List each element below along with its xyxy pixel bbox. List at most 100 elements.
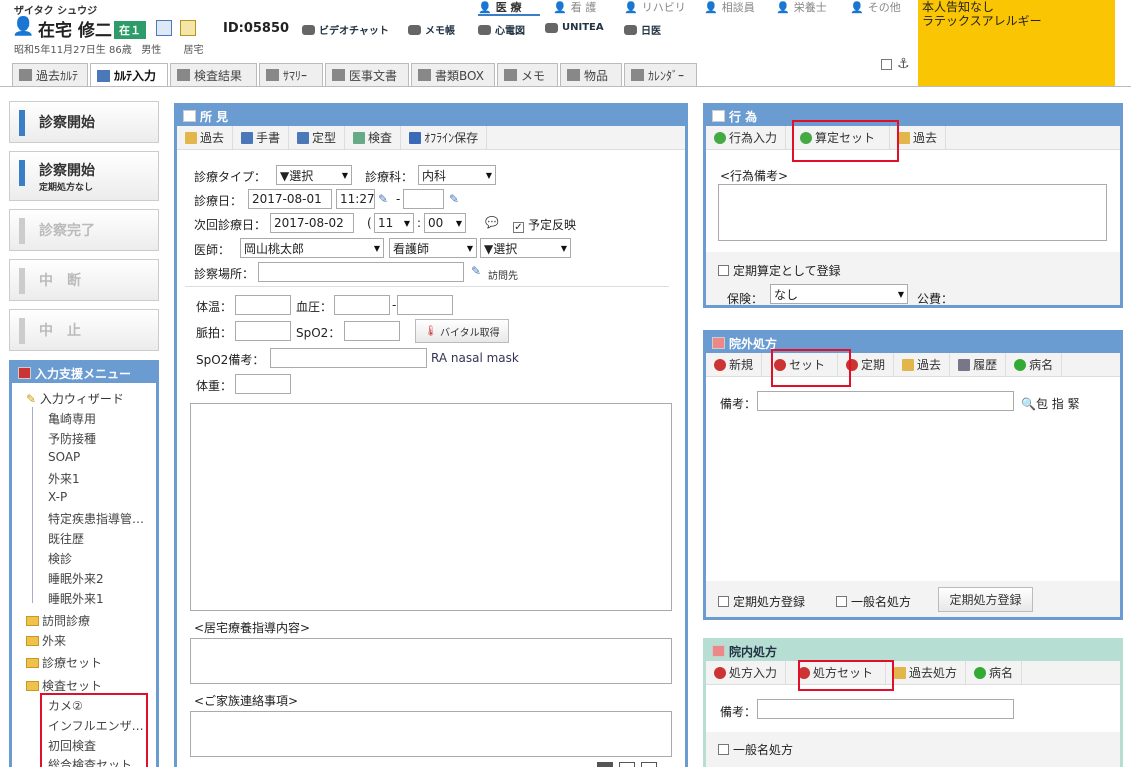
menu-item[interactable]: 特定疾患指導管…	[48, 510, 144, 527]
anchor-icon[interactable]: ⚓	[897, 56, 910, 72]
next-hour-select[interactable]: 11	[374, 213, 414, 233]
nav-rehab[interactable]: 👤 リハビリ	[624, 0, 686, 15]
weight-input[interactable]	[235, 374, 291, 394]
exam-button[interactable]: 検査	[345, 125, 402, 150]
menu-item[interactable]: 亀崎専用	[48, 410, 96, 427]
tab-chart-input[interactable]: ｶﾙﾃ入力	[90, 63, 168, 87]
vital-button[interactable]: 🌡 バイタル取得	[415, 319, 509, 343]
edit-icon[interactable]	[180, 20, 196, 36]
periodic-register-button[interactable]: 定期処方登録	[938, 587, 1033, 612]
reflect-checkbox[interactable]: ✓ 予定反映	[513, 216, 576, 233]
other-select[interactable]: ▼選択	[480, 238, 571, 258]
inside-disease-button[interactable]: 病名	[966, 660, 1023, 685]
time-input[interactable]: 11:27	[336, 189, 375, 209]
rx-disease-button[interactable]: 病名	[1006, 352, 1063, 377]
folder-outpatient[interactable]: 外来	[26, 632, 66, 649]
action-input-button[interactable]: 行為入力	[706, 125, 787, 150]
tab-summary[interactable]: ｻﾏﾘｰ	[259, 63, 323, 86]
folder-visit[interactable]: 訪問診療	[26, 612, 90, 629]
rx-history-button[interactable]: 履歴	[950, 352, 1007, 377]
nav-nutrition[interactable]: 👤 栄養士	[776, 0, 827, 15]
tab-exam-results[interactable]: 検査結果	[170, 63, 257, 86]
action-note-textarea[interactable]	[718, 184, 1107, 241]
memo-tool[interactable]: メモ帳	[408, 22, 455, 37]
tab-doc-box[interactable]: 書類BOX	[411, 63, 495, 86]
bp-low-input[interactable]	[397, 295, 453, 315]
nav-nursing[interactable]: 👤 看 護	[553, 0, 596, 15]
interrupt-button[interactable]: 中 断	[9, 259, 159, 301]
date-input[interactable]: 2017-08-01	[248, 189, 332, 209]
handwrite-button[interactable]: 手書	[233, 125, 290, 150]
menu-item[interactable]: 睡眠外来1	[48, 590, 104, 607]
periodic-calc-checkbox[interactable]: 定期算定として登録	[718, 262, 841, 279]
comment-icon[interactable]: 💬	[485, 216, 499, 229]
next-date-input[interactable]: 2017-08-02	[270, 213, 354, 233]
place-input[interactable]	[258, 262, 464, 282]
video-chat-tool[interactable]: ビデオチャット	[302, 22, 389, 37]
menu-item[interactable]: 既往歴	[48, 530, 84, 547]
spo2-note-input[interactable]	[270, 348, 427, 368]
tab-past-chart[interactable]: 過去ｶﾙﾃ	[12, 63, 88, 86]
finish-exam-button[interactable]: 診察完了	[9, 209, 159, 251]
template-button[interactable]: 定型	[289, 125, 346, 150]
nav-medical[interactable]: 👤 医 療	[478, 0, 522, 15]
nichii-tool[interactable]: 日医	[624, 22, 661, 37]
pencil-icon[interactable]: ✎	[449, 192, 463, 206]
dept-select[interactable]: 内科	[418, 165, 496, 185]
menu-item[interactable]: SOAP	[48, 450, 80, 464]
start-exam-button[interactable]: 診察開始	[9, 101, 159, 143]
rx-input-button[interactable]: 処方入力	[706, 660, 787, 685]
nav-counselor[interactable]: 👤 相談員	[704, 0, 755, 15]
pack-label[interactable]: 🔍包 指 緊	[1021, 395, 1080, 412]
rx-past-button[interactable]: 過去	[894, 352, 951, 377]
menu-item[interactable]: X-P	[48, 490, 67, 504]
menu-item[interactable]: 外来1	[48, 470, 80, 487]
pencil-icon[interactable]: ✎	[378, 192, 392, 206]
menu-item[interactable]: 予防接種	[48, 430, 96, 447]
menu-item[interactable]: 睡眠外来2	[48, 570, 104, 587]
small-icon[interactable]	[597, 762, 613, 767]
tab-medical-docs[interactable]: 医事文書	[325, 63, 409, 86]
visit-label[interactable]: 訪問先	[488, 267, 518, 282]
tab-memo[interactable]: メモ	[497, 63, 558, 86]
ecg-tool[interactable]: 心電図	[478, 22, 525, 37]
menu-item[interactable]: 検診	[48, 550, 72, 567]
window-icon[interactable]	[156, 20, 172, 36]
bp-high-input[interactable]	[334, 295, 390, 315]
nav-other[interactable]: 👤 その他	[850, 0, 901, 15]
generic-rx-checkbox[interactable]: 一般名処方	[836, 593, 911, 610]
insurance-select[interactable]: なし	[770, 284, 908, 304]
inside-note-input[interactable]	[757, 699, 1014, 719]
rx-new-button[interactable]: 新規	[706, 352, 763, 377]
inside-generic-checkbox[interactable]: 一般名処方	[718, 741, 793, 758]
unitea-tool[interactable]: UNITEA	[545, 22, 604, 33]
pin-checkbox[interactable]	[881, 59, 892, 70]
pulse-input[interactable]	[235, 321, 291, 341]
spo2-note-text[interactable]: RA nasal mask	[431, 351, 519, 365]
home-guidance-textarea[interactable]	[190, 638, 672, 684]
periodic-rx-checkbox[interactable]: 定期処方登録	[718, 593, 805, 610]
tab-goods[interactable]: 物品	[560, 63, 622, 86]
nurse-select[interactable]: 看護師	[389, 238, 477, 258]
spo2-input[interactable]	[344, 321, 400, 341]
tab-calendar[interactable]: ｶﾚﾝﾀﾞｰ	[624, 63, 697, 86]
rx-note-input[interactable]	[757, 391, 1014, 411]
next-min-select[interactable]: 00	[424, 213, 466, 233]
family-textarea[interactable]	[190, 711, 672, 757]
start-exam-no-rx-button[interactable]: 診察開始 定期処方なし	[9, 151, 159, 201]
folder-test-set[interactable]: 検査セット	[26, 677, 102, 694]
folder-exam-set[interactable]: 診療セット	[26, 654, 102, 671]
temp-input[interactable]	[235, 295, 291, 315]
past-rx-button[interactable]: 過去処方	[886, 660, 967, 685]
end-time-input[interactable]	[403, 189, 444, 209]
small-icon[interactable]	[641, 762, 657, 767]
type-select[interactable]: ▼選択	[276, 165, 352, 185]
findings-textarea[interactable]	[190, 403, 672, 611]
past-button[interactable]: 過去	[177, 125, 234, 150]
wizard-item[interactable]: ✎ 入力ウィザード	[26, 390, 124, 407]
offline-save-button[interactable]: ｵﾌﾗｲﾝ保存	[401, 125, 488, 150]
small-icon[interactable]	[619, 762, 635, 767]
cancel-button[interactable]: 中 止	[9, 309, 159, 351]
pencil-icon[interactable]: ✎	[471, 264, 481, 278]
doctor-select[interactable]: 岡山桃太郎	[240, 238, 384, 258]
